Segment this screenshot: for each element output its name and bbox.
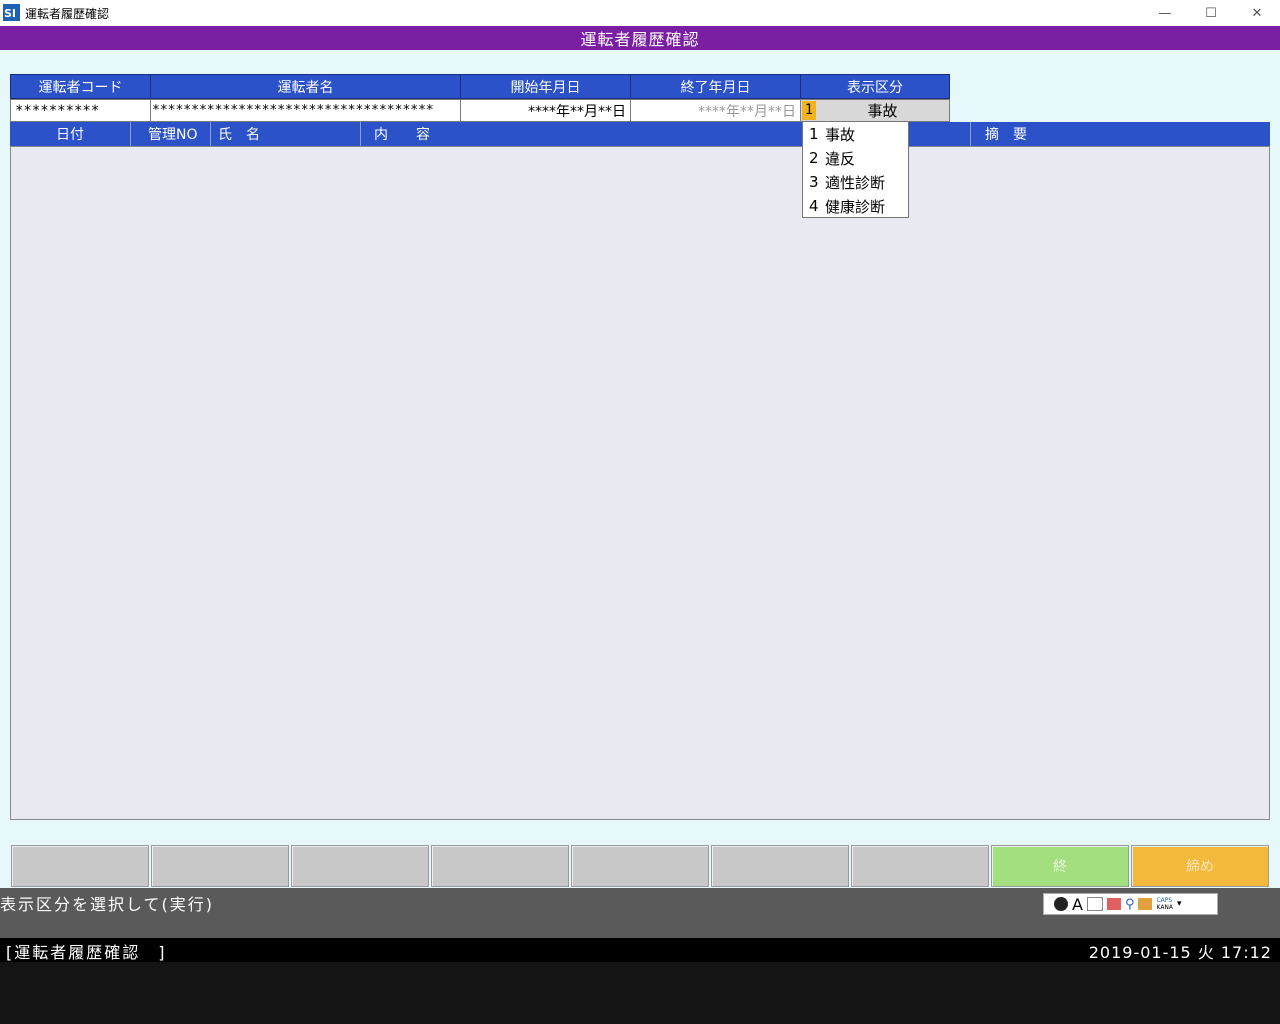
column-date: 日付	[10, 122, 131, 146]
ime-menu-icon[interactable]: ▾	[1177, 899, 1182, 909]
datetime: 2019-01-15 火 17:12	[1088, 943, 1272, 962]
dropdown-option-health-check[interactable]: 4 健康診断	[803, 194, 908, 218]
svg-text:SI: SI	[4, 7, 16, 20]
ime-dictionary-icon[interactable]	[1106, 898, 1121, 910]
start-date-field[interactable]: ****年**月**日	[460, 99, 631, 122]
screen-name: [運転者履歴確認 ]	[6, 943, 167, 962]
footer	[0, 962, 1280, 1024]
history-grid[interactable]	[10, 146, 1270, 820]
column-control-no: 管理NO	[131, 122, 211, 146]
end-date-label: 終了年月日	[630, 74, 801, 99]
ime-search-icon[interactable]: ⚲	[1125, 897, 1135, 912]
page-title: 運転者履歴確認	[0, 26, 1280, 50]
function-key-4[interactable]	[431, 845, 569, 887]
window-titlebar	[0, 0, 1280, 26]
column-summary: 摘 要	[985, 127, 1027, 143]
driver-code-label: 運転者コード	[10, 74, 151, 99]
display-type-dropdown[interactable]: 1 事故 2 違反 3 適性診断 4 健康診断	[802, 121, 909, 218]
app-icon: SI	[3, 4, 20, 21]
display-type-value: 事故	[867, 102, 898, 120]
window-title: 運転者履歴確認	[25, 7, 110, 21]
dropdown-option-violation[interactable]: 2 違反	[803, 146, 908, 170]
close-icon[interactable]: ✕	[1234, 0, 1280, 26]
display-type-code[interactable]: 1	[802, 101, 816, 120]
function-key-2[interactable]	[151, 845, 289, 887]
driver-code-field[interactable]: **********	[10, 99, 151, 122]
end-date-field[interactable]: ****年**月**日	[630, 99, 801, 122]
function-key-7[interactable]	[851, 845, 989, 887]
driver-name-field[interactable]: ************************************	[150, 99, 461, 122]
grid-header: 日付 管理NO 氏 名 内 容 摘 要	[10, 122, 1270, 146]
display-type-field[interactable]: 1 事故	[800, 99, 950, 122]
function-key-3[interactable]	[291, 845, 429, 887]
function-key-5[interactable]	[571, 845, 709, 887]
end-button[interactable]: 終	[991, 845, 1129, 887]
caps-kana-indicator: CAPS KANA	[1156, 897, 1174, 911]
ime-tool-icon[interactable]	[1138, 898, 1153, 910]
start-date-label: 開始年月日	[460, 74, 631, 99]
status-message: 表示区分を選択して(実行)	[0, 895, 215, 914]
maximize-icon[interactable]: ☐	[1188, 0, 1234, 26]
driver-name-label: 運転者名	[150, 74, 461, 99]
ime-mode-icon[interactable]	[1054, 897, 1068, 911]
dropdown-option-accident[interactable]: 1 事故	[803, 122, 908, 146]
ime-input-mode[interactable]: A	[1072, 895, 1083, 914]
dropdown-option-aptitude-test[interactable]: 3 適性診断	[803, 170, 908, 194]
ime-grid-icon[interactable]	[1086, 897, 1103, 911]
column-name: 氏 名	[211, 122, 361, 146]
close-out-button[interactable]: 締め	[1131, 845, 1269, 887]
function-key-1[interactable]	[11, 845, 149, 887]
minimize-icon[interactable]: —	[1142, 0, 1188, 26]
function-key-6[interactable]	[711, 845, 849, 887]
ime-toolbar[interactable]: A ⚲ CAPS KANA ▾	[1043, 893, 1218, 915]
display-type-label: 表示区分	[800, 74, 950, 99]
